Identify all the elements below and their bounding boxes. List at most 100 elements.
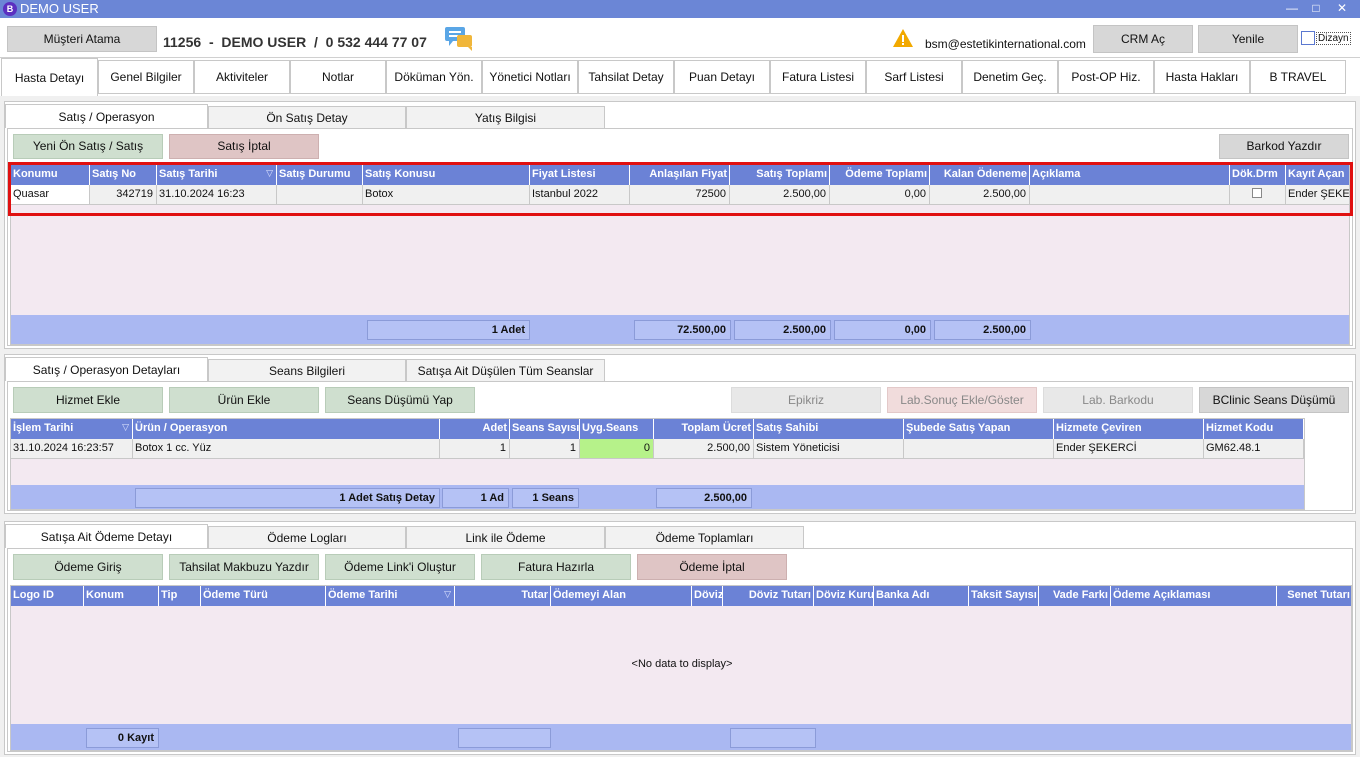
footer-odeme-total: 0,00 — [834, 320, 931, 340]
col-tip[interactable]: Tip — [159, 586, 201, 606]
epikriz-button[interactable]: Epikriz — [731, 387, 881, 413]
subtab-dusulen-seanslar[interactable]: Satışa Ait Düşülen Tüm Seanslar — [406, 359, 605, 382]
cell-subede-satis[interactable] — [904, 439, 1054, 459]
col-doviz[interactable]: Döviz — [692, 586, 723, 606]
col-hizmete-ceviren[interactable]: Hizmete Çeviren — [1054, 419, 1204, 439]
col-odeme-tarihi[interactable]: Ödeme Tarihi ▽ — [326, 586, 455, 606]
subtab-link-ile-odeme[interactable]: Link ile Ödeme — [406, 526, 605, 549]
col-senet-tutari[interactable]: Senet Tutarı — [1277, 586, 1351, 606]
subtab-satis-detaylari[interactable]: Satış / Operasyon Detayları — [5, 357, 208, 381]
sort-icon: ▽ — [444, 589, 451, 599]
cell-urun-operasyon[interactable]: Botox 1 cc. Yüz — [133, 439, 440, 459]
barcode-print-button[interactable]: Barkod Yazdır — [1219, 134, 1349, 159]
table-row[interactable]: 31.10.2024 16:23:57 Botox 1 cc. Yüz 1 1 … — [11, 439, 1304, 459]
tab-post-op-hiz[interactable]: Post-OP Hiz. — [1058, 60, 1154, 94]
subtab-on-satis-detay[interactable]: Ön Satış Detay — [208, 106, 406, 129]
cell-hizmete-ceviren[interactable]: Ender ŞEKERCİ — [1054, 439, 1204, 459]
footer-tutar-total — [458, 728, 551, 748]
chat-icon[interactable] — [444, 25, 474, 53]
odeme-link-button[interactable]: Ödeme Link'i Oluştur — [325, 554, 475, 580]
sale-details-panel: Satış / Operasyon Detayları Seans Bilgil… — [4, 354, 1356, 514]
col-doviz-kuru[interactable]: Döviz Kuru — [814, 586, 874, 606]
col-hizmet-kodu[interactable]: Hizmet Kodu — [1204, 419, 1304, 439]
urun-ekle-button[interactable]: Ürün Ekle — [169, 387, 319, 413]
sale-details-content: Hizmet Ekle Ürün Ekle Seans Düşümü Yap E… — [7, 381, 1353, 511]
tahsilat-makbuzu-button[interactable]: Tahsilat Makbuzu Yazdır — [169, 554, 319, 580]
col-islem-tarihi[interactable]: İşlem Tarihi ▽ — [11, 419, 133, 439]
col-odeme-aciklamasi[interactable]: Ödeme Açıklaması — [1111, 586, 1277, 606]
tab-tahsilat-detay[interactable]: Tahsilat Detay — [578, 60, 674, 94]
dizayn-toggle[interactable]: Dizayn — [1301, 31, 1351, 45]
col-subede-satis[interactable]: Şubede Satış Yapan — [904, 419, 1054, 439]
col-konum[interactable]: Konum — [84, 586, 159, 606]
subtab-seans-bilgileri[interactable]: Seans Bilgileri — [208, 359, 406, 382]
tab-yonetici-notlari[interactable]: Yönetici Notları — [482, 60, 578, 94]
footer-seans: 1 Seans — [512, 488, 579, 508]
sales-panel: Satış / Operasyon Ön Satış Detay Yatış B… — [4, 101, 1356, 349]
tab-denetim-gec[interactable]: Denetim Geç. — [962, 60, 1058, 94]
details-grid-footer: 1 Adet Satış Detay 1 Ad 1 Seans 2.500,00 — [11, 485, 1304, 509]
col-odeme-tarihi-label: Ödeme Tarihi — [328, 589, 398, 601]
subtab-yatis-bilgisi[interactable]: Yatış Bilgisi — [406, 106, 605, 129]
seans-dusumu-yap-button[interactable]: Seans Düşümü Yap — [325, 387, 475, 413]
odeme-giris-button[interactable]: Ödeme Giriş — [13, 554, 163, 580]
col-islem-tarihi-label: İşlem Tarihi — [13, 422, 74, 434]
col-taksit-sayisi[interactable]: Taksit Sayısı — [969, 586, 1039, 606]
subtab-odeme-detayi[interactable]: Satışa Ait Ödeme Detayı — [5, 524, 208, 548]
cell-satis-sahibi[interactable]: Sistem Yöneticisi — [754, 439, 904, 459]
cell-adet[interactable]: 1 — [440, 439, 510, 459]
subtab-satis-operasyon[interactable]: Satış / Operasyon — [5, 104, 208, 128]
tab-notlar[interactable]: Notlar — [290, 60, 386, 94]
odeme-iptal-button[interactable]: Ödeme İptal — [637, 554, 787, 580]
cell-uyg-seans[interactable]: 0 — [580, 439, 654, 459]
separator: - — [208, 34, 214, 50]
patient-phone: 0 532 444 77 07 — [325, 34, 427, 50]
col-urun-operasyon[interactable]: Ürün / Operasyon — [133, 419, 440, 439]
tab-b-travel[interactable]: B TRAVEL — [1250, 60, 1346, 94]
col-toplam-ucret[interactable]: Toplam Ücret — [654, 419, 754, 439]
cell-hizmet-kodu[interactable]: GM62.48.1 — [1204, 439, 1304, 459]
cell-seans-sayisi[interactable]: 1 — [510, 439, 580, 459]
col-uyg-seans[interactable]: Uyg.Seans — [580, 419, 654, 439]
musteri-atama-button[interactable]: Müşteri Atama — [7, 26, 157, 52]
col-adet[interactable]: Adet — [440, 419, 510, 439]
crm-button[interactable]: CRM Aç — [1093, 25, 1193, 53]
patient-id: 11256 — [163, 34, 202, 50]
refresh-button[interactable]: Yenile — [1198, 25, 1298, 53]
col-odeme-turu[interactable]: Ödeme Türü — [201, 586, 326, 606]
col-vade-farki[interactable]: Vade Farkı — [1039, 586, 1111, 606]
cancel-sale-button[interactable]: Satış İptal — [169, 134, 319, 159]
lab-barkodu-button[interactable]: Lab. Barkodu — [1043, 387, 1193, 413]
bclinic-seans-button[interactable]: BClinic Seans Düşümü — [1199, 387, 1349, 413]
new-sale-button[interactable]: Yeni Ön Satış / Satış — [13, 134, 163, 159]
hizmet-ekle-button[interactable]: Hizmet Ekle — [13, 387, 163, 413]
col-odemeyi-alan[interactable]: Ödemeyi Alan — [551, 586, 692, 606]
close-button[interactable]: ✕ — [1328, 0, 1356, 16]
tab-hasta-detayi[interactable]: Hasta Detayı — [1, 58, 98, 96]
cell-islem-tarihi[interactable]: 31.10.2024 16:23:57 — [11, 439, 133, 459]
col-doviz-tutari[interactable]: Döviz Tutarı — [723, 586, 814, 606]
payment-grid-footer: 0 Kayıt — [11, 724, 1351, 750]
app-logo-icon: B — [3, 2, 17, 16]
cell-toplam-ucret[interactable]: 2.500,00 — [654, 439, 754, 459]
tab-hasta-haklari[interactable]: Hasta Hakları — [1154, 60, 1250, 94]
col-satis-sahibi[interactable]: Satış Sahibi — [754, 419, 904, 439]
tab-puan-detayi[interactable]: Puan Detayı — [674, 60, 770, 94]
tab-dokuman-yon[interactable]: Döküman Yön. — [386, 60, 482, 94]
sales-content: Yeni Ön Satış / Satış Satış İptal Barkod… — [7, 128, 1353, 346]
col-seans-sayisi[interactable]: Seans Sayısı — [510, 419, 580, 439]
tab-aktiviteler[interactable]: Aktiviteler — [194, 60, 290, 94]
subtab-odeme-loglari[interactable]: Ödeme Logları — [208, 526, 406, 549]
subtab-odeme-toplamlari[interactable]: Ödeme Toplamları — [605, 526, 804, 549]
maximize-button[interactable]: □ — [1302, 0, 1330, 16]
dizayn-checkbox[interactable] — [1301, 31, 1315, 45]
col-logo-id[interactable]: Logo ID — [11, 586, 84, 606]
col-tutar[interactable]: Tutar — [455, 586, 551, 606]
col-banka-adi[interactable]: Banka Adı — [874, 586, 969, 606]
tab-genel-bilgiler[interactable]: Genel Bilgiler — [98, 60, 194, 94]
tab-sarf-listesi[interactable]: Sarf Listesi — [866, 60, 962, 94]
lab-sonuc-button[interactable]: Lab.Sonuç Ekle/Göster — [887, 387, 1037, 413]
empty-message: <No data to display> — [631, 658, 733, 670]
tab-fatura-listesi[interactable]: Fatura Listesi — [770, 60, 866, 94]
fatura-hazirla-button[interactable]: Fatura Hazırla — [481, 554, 631, 580]
